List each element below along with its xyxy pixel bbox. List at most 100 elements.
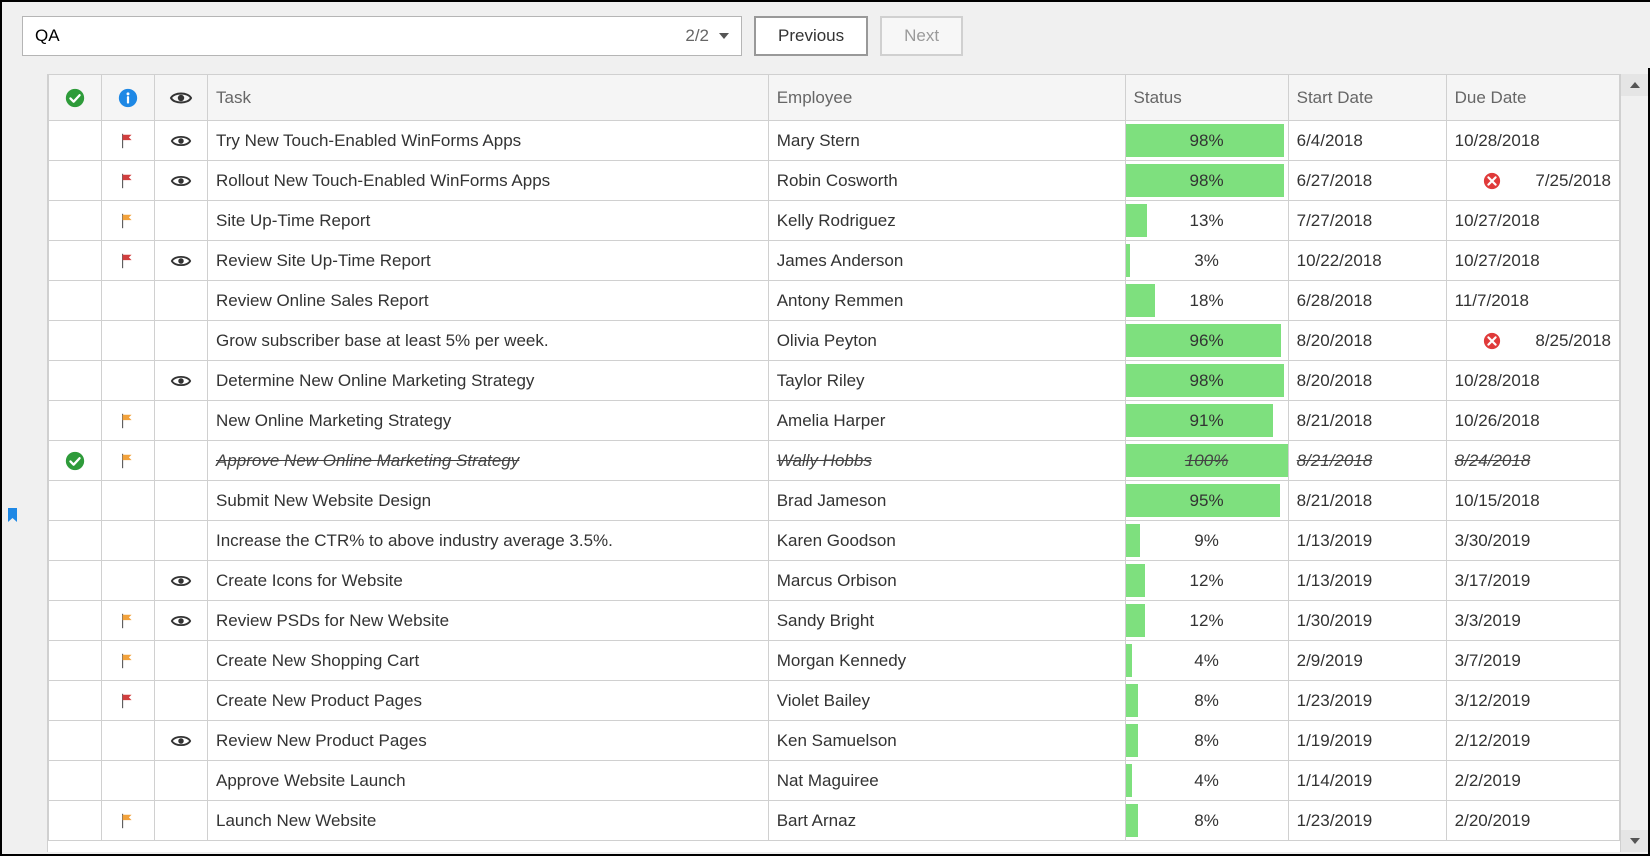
- cell-task[interactable]: Review PSDs for New Website: [208, 601, 769, 641]
- cell-done[interactable]: [49, 401, 102, 441]
- cell-status[interactable]: 96%: [1125, 321, 1288, 361]
- cell-flag[interactable]: [102, 761, 155, 801]
- cell-start-date[interactable]: 6/28/2018: [1288, 281, 1446, 321]
- cell-start-date[interactable]: 6/27/2018: [1288, 161, 1446, 201]
- scroll-up-button[interactable]: [1621, 74, 1648, 96]
- cell-task[interactable]: Review Online Sales Report: [208, 281, 769, 321]
- cell-watch[interactable]: [155, 441, 208, 481]
- cell-task[interactable]: Review New Product Pages: [208, 721, 769, 761]
- cell-due-date[interactable]: 3/7/2019: [1446, 641, 1619, 681]
- cell-done[interactable]: [49, 481, 102, 521]
- cell-employee[interactable]: Wally Hobbs: [768, 441, 1125, 481]
- cell-start-date[interactable]: 6/4/2018: [1288, 121, 1446, 161]
- cell-employee[interactable]: Kelly Rodriguez: [768, 201, 1125, 241]
- cell-done[interactable]: [49, 321, 102, 361]
- cell-done[interactable]: [49, 721, 102, 761]
- column-header-task[interactable]: Task: [208, 75, 769, 121]
- cell-status[interactable]: 98%: [1125, 361, 1288, 401]
- cell-status[interactable]: 12%: [1125, 601, 1288, 641]
- cell-task[interactable]: Try New Touch-Enabled WinForms Apps: [208, 121, 769, 161]
- cell-due-date[interactable]: 2/2/2019: [1446, 761, 1619, 801]
- cell-watch[interactable]: [155, 601, 208, 641]
- cell-done[interactable]: [49, 641, 102, 681]
- cell-start-date[interactable]: 1/19/2019: [1288, 721, 1446, 761]
- table-row[interactable]: Review PSDs for New Website Sandy Bright…: [49, 601, 1620, 641]
- cell-watch[interactable]: [155, 121, 208, 161]
- table-row[interactable]: Create New Product Pages Violet Bailey 8…: [49, 681, 1620, 721]
- cell-task[interactable]: Rollout New Touch-Enabled WinForms Apps: [208, 161, 769, 201]
- cell-done[interactable]: [49, 121, 102, 161]
- cell-status[interactable]: 95%: [1125, 481, 1288, 521]
- column-header-priority[interactable]: [102, 75, 155, 121]
- cell-watch[interactable]: [155, 641, 208, 681]
- cell-status[interactable]: 18%: [1125, 281, 1288, 321]
- cell-watch[interactable]: [155, 801, 208, 841]
- column-header-start[interactable]: Start Date: [1288, 75, 1446, 121]
- cell-flag[interactable]: [102, 721, 155, 761]
- cell-status[interactable]: 8%: [1125, 801, 1288, 841]
- cell-start-date[interactable]: 8/21/2018: [1288, 441, 1446, 481]
- scroll-down-button[interactable]: [1621, 830, 1648, 852]
- cell-due-date[interactable]: 10/28/2018: [1446, 361, 1619, 401]
- cell-watch[interactable]: [155, 481, 208, 521]
- cell-due-date[interactable]: 3/30/2019: [1446, 521, 1619, 561]
- cell-done[interactable]: [49, 361, 102, 401]
- cell-done[interactable]: [49, 561, 102, 601]
- table-row[interactable]: Determine New Online Marketing Strategy …: [49, 361, 1620, 401]
- cell-watch[interactable]: [155, 161, 208, 201]
- cell-due-date[interactable]: 2/12/2019: [1446, 721, 1619, 761]
- cell-status[interactable]: 13%: [1125, 201, 1288, 241]
- cell-task[interactable]: Site Up-Time Report: [208, 201, 769, 241]
- cell-task[interactable]: Grow subscriber base at least 5% per wee…: [208, 321, 769, 361]
- table-row[interactable]: Review Online Sales Report Antony Remmen…: [49, 281, 1620, 321]
- cell-start-date[interactable]: 1/23/2019: [1288, 801, 1446, 841]
- cell-employee[interactable]: Ken Samuelson: [768, 721, 1125, 761]
- cell-employee[interactable]: Mary Stern: [768, 121, 1125, 161]
- cell-status[interactable]: 4%: [1125, 761, 1288, 801]
- cell-start-date[interactable]: 1/23/2019: [1288, 681, 1446, 721]
- cell-employee[interactable]: Brad Jameson: [768, 481, 1125, 521]
- cell-task[interactable]: New Online Marketing Strategy: [208, 401, 769, 441]
- cell-employee[interactable]: Amelia Harper: [768, 401, 1125, 441]
- cell-start-date[interactable]: 7/27/2018: [1288, 201, 1446, 241]
- cell-start-date[interactable]: 1/14/2019: [1288, 761, 1446, 801]
- column-header-due[interactable]: Due Date: [1446, 75, 1619, 121]
- cell-due-date[interactable]: 10/27/2018: [1446, 241, 1619, 281]
- cell-flag[interactable]: [102, 481, 155, 521]
- cell-watch[interactable]: [155, 401, 208, 441]
- table-row[interactable]: New Online Marketing Strategy Amelia Har…: [49, 401, 1620, 441]
- cell-status[interactable]: 4%: [1125, 641, 1288, 681]
- cell-status[interactable]: 100%: [1125, 441, 1288, 481]
- cell-done[interactable]: [49, 241, 102, 281]
- cell-task[interactable]: Review Site Up-Time Report: [208, 241, 769, 281]
- cell-watch[interactable]: [155, 321, 208, 361]
- cell-task[interactable]: Approve Website Launch: [208, 761, 769, 801]
- cell-flag[interactable]: [102, 681, 155, 721]
- cell-employee[interactable]: Bart Arnaz: [768, 801, 1125, 841]
- column-header-status[interactable]: Status: [1125, 75, 1288, 121]
- next-button[interactable]: Next: [880, 16, 963, 56]
- cell-start-date[interactable]: 8/20/2018: [1288, 321, 1446, 361]
- vertical-scrollbar[interactable]: [1620, 74, 1648, 852]
- cell-due-date[interactable]: 3/17/2019: [1446, 561, 1619, 601]
- table-row[interactable]: Increase the CTR% to above industry aver…: [49, 521, 1620, 561]
- cell-employee[interactable]: Antony Remmen: [768, 281, 1125, 321]
- cell-task[interactable]: Create New Shopping Cart: [208, 641, 769, 681]
- cell-flag[interactable]: [102, 361, 155, 401]
- cell-employee[interactable]: Morgan Kennedy: [768, 641, 1125, 681]
- cell-due-date[interactable]: 2/20/2019: [1446, 801, 1619, 841]
- cell-done[interactable]: [49, 681, 102, 721]
- cell-watch[interactable]: [155, 361, 208, 401]
- column-header-done[interactable]: [49, 75, 102, 121]
- cell-due-date[interactable]: 10/26/2018: [1446, 401, 1619, 441]
- cell-due-date[interactable]: 10/27/2018: [1446, 201, 1619, 241]
- cell-watch[interactable]: [155, 561, 208, 601]
- cell-employee[interactable]: Sandy Bright: [768, 601, 1125, 641]
- cell-due-date[interactable]: 3/3/2019: [1446, 601, 1619, 641]
- cell-status[interactable]: 91%: [1125, 401, 1288, 441]
- cell-task[interactable]: Increase the CTR% to above industry aver…: [208, 521, 769, 561]
- column-header-employee[interactable]: Employee: [768, 75, 1125, 121]
- cell-done[interactable]: [49, 441, 102, 481]
- cell-done[interactable]: [49, 161, 102, 201]
- table-row[interactable]: Approve Website Launch Nat Maguiree 4% 1…: [49, 761, 1620, 801]
